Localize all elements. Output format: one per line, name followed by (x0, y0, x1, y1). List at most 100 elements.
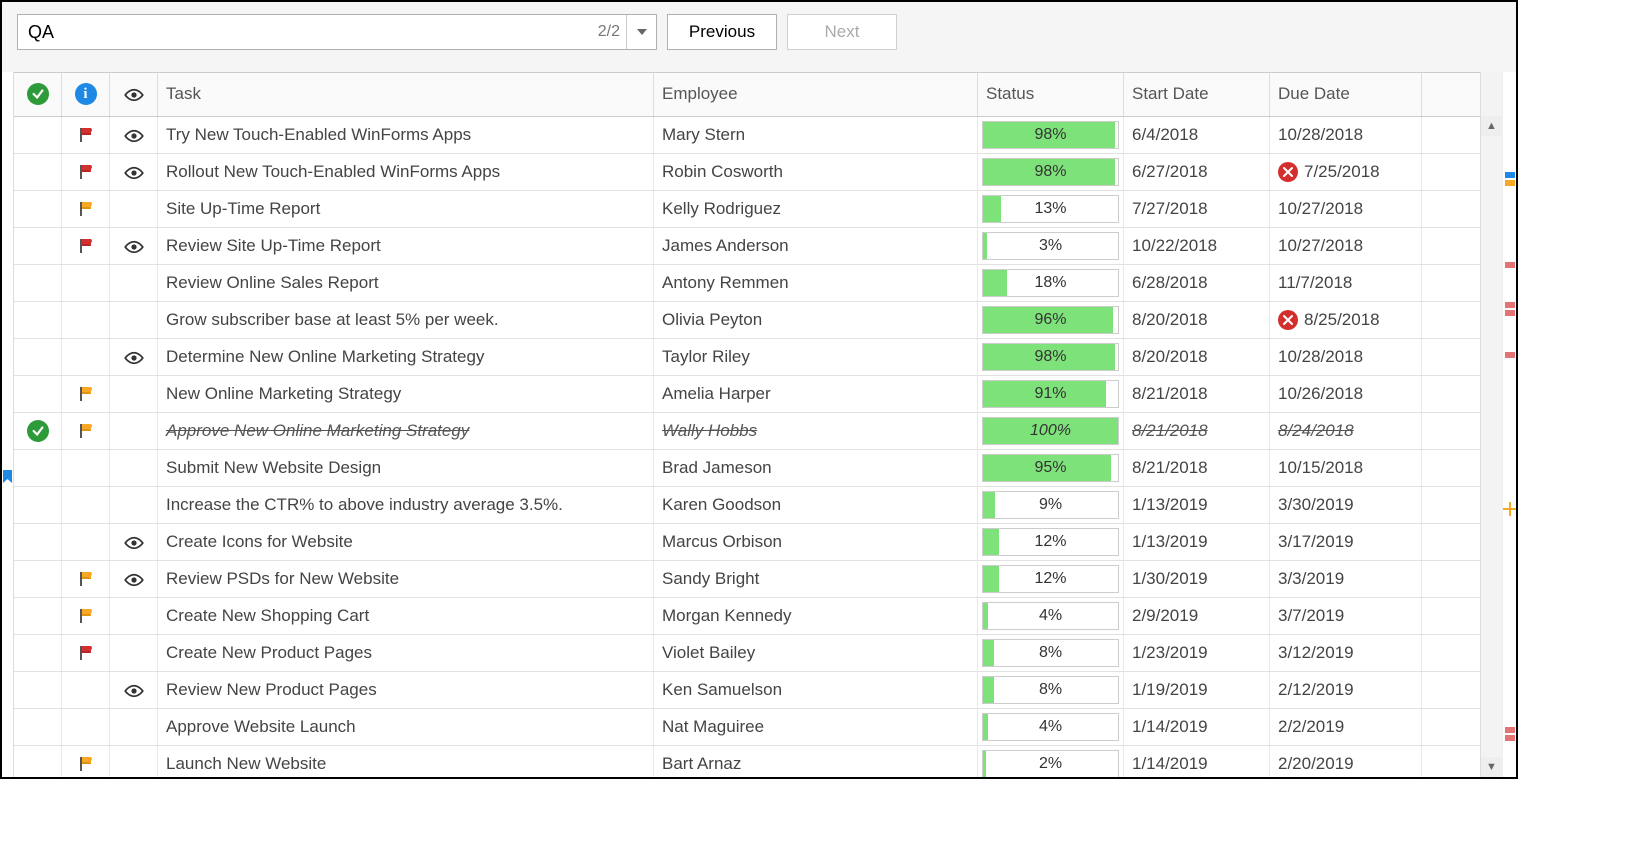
header-status[interactable]: Status (978, 73, 1124, 116)
cell-task[interactable]: Create New Product Pages (158, 635, 654, 671)
header-due[interactable]: Due Date (1270, 73, 1422, 116)
cell-priority[interactable] (62, 191, 110, 227)
table-row[interactable]: Review Online Sales ReportAntony Remmen1… (14, 265, 1480, 302)
cell-done[interactable] (14, 154, 62, 190)
cell-watch[interactable] (110, 376, 158, 412)
cell-status[interactable]: 18% (978, 265, 1124, 301)
cell-task[interactable]: Approve New Online Marketing Strategy (158, 413, 654, 449)
header-priority[interactable]: i (62, 73, 110, 116)
cell-employee[interactable]: Olivia Peyton (654, 302, 978, 338)
table-row[interactable]: Determine New Online Marketing StrategyT… (14, 339, 1480, 376)
cell-start-date[interactable]: 1/13/2019 (1124, 487, 1270, 523)
cell-watch[interactable] (110, 302, 158, 338)
cell-watch[interactable] (110, 524, 158, 560)
header-watch[interactable] (110, 73, 158, 116)
cell-done[interactable] (14, 413, 62, 449)
cell-task[interactable]: Review Site Up-Time Report (158, 228, 654, 264)
cell-done[interactable] (14, 265, 62, 301)
next-button[interactable]: Next (787, 14, 897, 50)
cell-priority[interactable] (62, 635, 110, 671)
cell-done[interactable] (14, 191, 62, 227)
cell-start-date[interactable]: 10/22/2018 (1124, 228, 1270, 264)
cell-start-date[interactable]: 8/21/2018 (1124, 376, 1270, 412)
cell-status[interactable]: 9% (978, 487, 1124, 523)
cell-done[interactable] (14, 635, 62, 671)
cell-priority[interactable] (62, 228, 110, 264)
cell-due-date[interactable]: 10/27/2018 (1270, 228, 1422, 264)
cell-status[interactable]: 96% (978, 302, 1124, 338)
cell-priority[interactable] (62, 524, 110, 560)
header-start[interactable]: Start Date (1124, 73, 1270, 116)
cell-due-date[interactable]: 10/15/2018 (1270, 450, 1422, 486)
cell-status[interactable]: 12% (978, 524, 1124, 560)
cell-start-date[interactable]: 8/21/2018 (1124, 450, 1270, 486)
cell-employee[interactable]: Violet Bailey (654, 635, 978, 671)
table-row[interactable]: Review PSDs for New WebsiteSandy Bright1… (14, 561, 1480, 598)
cell-due-date[interactable]: 3/3/2019 (1270, 561, 1422, 597)
cell-watch[interactable] (110, 561, 158, 597)
cell-due-date[interactable]: 11/7/2018 (1270, 265, 1422, 301)
cell-watch[interactable] (110, 413, 158, 449)
cell-priority[interactable] (62, 413, 110, 449)
cell-priority[interactable] (62, 450, 110, 486)
cell-priority[interactable] (62, 598, 110, 634)
cell-due-date[interactable]: 10/28/2018 (1270, 339, 1422, 375)
table-row[interactable]: Create New Shopping CartMorgan Kennedy4%… (14, 598, 1480, 635)
scroll-down-button[interactable]: ▼ (1481, 757, 1502, 777)
cell-due-date[interactable]: 3/12/2019 (1270, 635, 1422, 671)
header-employee[interactable]: Employee (654, 73, 978, 116)
cell-status[interactable]: 95% (978, 450, 1124, 486)
cell-employee[interactable]: Marcus Orbison (654, 524, 978, 560)
header-done[interactable] (14, 73, 62, 116)
cell-start-date[interactable]: 8/20/2018 (1124, 302, 1270, 338)
cell-priority[interactable] (62, 302, 110, 338)
table-row[interactable]: Review New Product PagesKen Samuelson8%1… (14, 672, 1480, 709)
table-row[interactable]: Increase the CTR% to above industry aver… (14, 487, 1480, 524)
cell-priority[interactable] (62, 487, 110, 523)
cell-task[interactable]: Increase the CTR% to above industry aver… (158, 487, 654, 523)
cell-status[interactable]: 98% (978, 117, 1124, 153)
cell-employee[interactable]: Morgan Kennedy (654, 598, 978, 634)
cell-task[interactable]: Rollout New Touch-Enabled WinForms Apps (158, 154, 654, 190)
cell-start-date[interactable]: 1/30/2019 (1124, 561, 1270, 597)
cell-watch[interactable] (110, 191, 158, 227)
cell-priority[interactable] (62, 265, 110, 301)
table-row[interactable]: Launch New WebsiteBart Arnaz2%1/14/20192… (14, 746, 1480, 777)
previous-button[interactable]: Previous (667, 14, 777, 50)
cell-watch[interactable] (110, 228, 158, 264)
cell-status[interactable]: 98% (978, 339, 1124, 375)
cell-watch[interactable] (110, 339, 158, 375)
cell-due-date[interactable]: 2/2/2019 (1270, 709, 1422, 745)
cell-watch[interactable] (110, 154, 158, 190)
cell-done[interactable] (14, 561, 62, 597)
cell-task[interactable]: Submit New Website Design (158, 450, 654, 486)
cell-employee[interactable]: Nat Maguiree (654, 709, 978, 745)
cell-start-date[interactable]: 1/19/2019 (1124, 672, 1270, 708)
cell-due-date[interactable]: 3/30/2019 (1270, 487, 1422, 523)
cell-priority[interactable] (62, 561, 110, 597)
cell-task[interactable]: Determine New Online Marketing Strategy (158, 339, 654, 375)
cell-employee[interactable]: Antony Remmen (654, 265, 978, 301)
table-row[interactable]: Submit New Website DesignBrad Jameson95%… (14, 450, 1480, 487)
cell-done[interactable] (14, 524, 62, 560)
cell-priority[interactable] (62, 709, 110, 745)
cell-watch[interactable] (110, 487, 158, 523)
cell-due-date[interactable]: 8/24/2018 (1270, 413, 1422, 449)
cell-priority[interactable] (62, 746, 110, 777)
cell-status[interactable]: 3% (978, 228, 1124, 264)
cell-task[interactable]: Try New Touch-Enabled WinForms Apps (158, 117, 654, 153)
cell-due-date[interactable]: 2/20/2019 (1270, 746, 1422, 777)
cell-start-date[interactable]: 8/21/2018 (1124, 413, 1270, 449)
cell-due-date[interactable]: 3/17/2019 (1270, 524, 1422, 560)
cell-done[interactable] (14, 746, 62, 777)
cell-done[interactable] (14, 339, 62, 375)
cell-status[interactable]: 12% (978, 561, 1124, 597)
cell-watch[interactable] (110, 117, 158, 153)
cell-due-date[interactable]: 10/26/2018 (1270, 376, 1422, 412)
cell-status[interactable]: 100% (978, 413, 1124, 449)
cell-task[interactable]: New Online Marketing Strategy (158, 376, 654, 412)
cell-employee[interactable]: Robin Cosworth (654, 154, 978, 190)
cell-watch[interactable] (110, 746, 158, 777)
cell-priority[interactable] (62, 672, 110, 708)
table-row[interactable]: Try New Touch-Enabled WinForms AppsMary … (14, 117, 1480, 154)
